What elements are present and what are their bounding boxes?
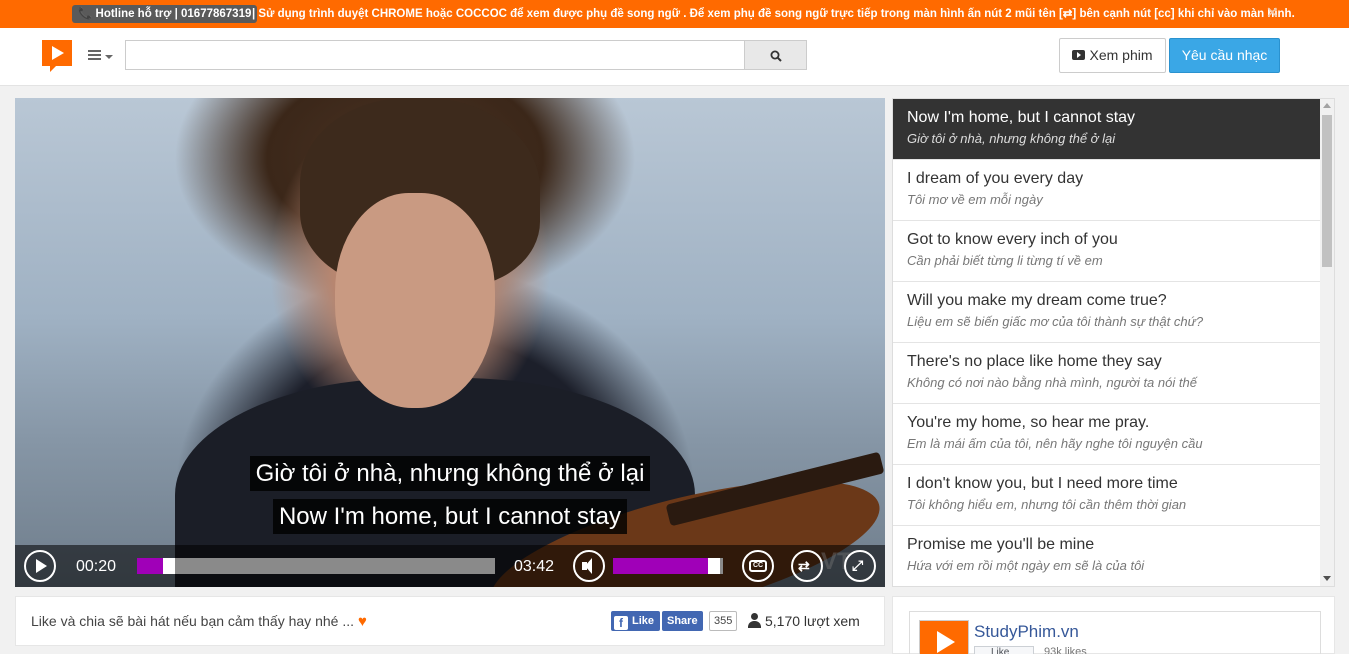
view-count: 5,170 lượt xem	[747, 613, 860, 629]
lyric-line[interactable]: I dream of you every day Tôi mơ về em mỗ…	[893, 160, 1320, 221]
lyrics-panel: Now I'm home, but I cannot stay Giờ tôi …	[892, 98, 1335, 587]
caret-down-icon	[105, 55, 113, 59]
close-icon[interactable]: ✕	[1266, 0, 1279, 28]
subtitle-vi-text: Giờ tôi ở nhà, nhưng không thể ở lại	[249, 456, 651, 491]
lyric-line[interactable]: Got to know every inch of you Cần phải b…	[893, 221, 1320, 282]
volume-fill	[613, 558, 714, 574]
share-bar: Like và chia sẽ bài hát nếu bạn cảm thấy…	[15, 596, 885, 646]
share-prompt-text: Like và chia sẽ bài hát nếu bạn cảm thấy…	[31, 613, 354, 629]
progress-bar[interactable]	[137, 558, 495, 574]
lyric-line[interactable]: Promise me you'll be mine Hứa với em rồi…	[893, 526, 1320, 586]
video-figure-face	[335, 193, 495, 408]
lyric-english: You're my home, so hear me pray.	[907, 414, 1150, 431]
facebook-page-widget: StudyPhim.vn Like 93k likes	[892, 596, 1335, 654]
share-prompt: Like và chia sẽ bài hát nếu bạn cảm thấy…	[31, 613, 367, 630]
hamburger-icon	[88, 50, 101, 52]
video-icon	[1072, 50, 1086, 60]
scroll-thumb[interactable]	[1322, 115, 1332, 267]
view-count-text: 5,170 lượt xem	[765, 613, 860, 629]
lyric-vietnamese: Cần phải biết từng li từng tí về em	[907, 253, 1103, 268]
facebook-page-card: StudyPhim.vn Like 93k likes	[909, 611, 1321, 654]
lyric-english: Now I'm home, but I cannot stay	[907, 109, 1136, 126]
lyric-vietnamese: Hứa với em rồi một ngày em sẽ là của tôi	[907, 558, 1145, 573]
share-count: 355	[709, 611, 738, 631]
hotline-badge: 📞 Hotline hỗ trợ | 01677867319	[72, 5, 258, 23]
page-logo[interactable]	[919, 620, 969, 654]
heart-icon: ♥	[357, 613, 367, 630]
subtitle-en-text: Now I'm home, but I cannot stay	[272, 499, 628, 534]
lyric-vietnamese: Tôi không hiểu em, nhưng tôi cần thêm th…	[907, 497, 1187, 512]
scroll-down-icon[interactable]	[1323, 576, 1331, 581]
subtitle-english: Now I'm home, but I cannot stay	[15, 499, 885, 534]
facebook-like-button[interactable]: f Like	[611, 611, 661, 631]
lyric-english: I don't know you, but I need more time	[907, 475, 1178, 492]
cc-icon: CC	[749, 560, 767, 572]
lyric-vietnamese: Tôi mơ về em mỗi ngày	[907, 192, 1043, 207]
notice-message: | Sử dụng trình duyệt CHROME hoặc COCCOC…	[252, 8, 1295, 20]
lyric-vietnamese: Em là mái ấm của tôi, nên hãy nghe tôi n…	[907, 436, 1203, 451]
lyric-english: Will you make my dream come true?	[907, 292, 1167, 309]
fullscreen-button[interactable]: ⤢	[844, 550, 876, 582]
header: Xem phim Yêu cầu nhạc	[0, 28, 1349, 86]
menu-button[interactable]	[88, 47, 114, 65]
watch-movie-button[interactable]: Xem phim	[1059, 38, 1166, 73]
lyric-english: I dream of you every day	[907, 170, 1084, 187]
subtitle-vietnamese: Giờ tôi ở nhà, nhưng không thể ở lại	[15, 456, 885, 491]
page-name[interactable]: StudyPhim.vn	[974, 622, 1079, 642]
play-button[interactable]	[24, 550, 56, 582]
expand-icon: ⤢	[852, 557, 864, 573]
lyric-english: Got to know every inch of you	[907, 231, 1118, 248]
player-controls: 00:20 03:42 CC ⇄ ⤢	[15, 545, 885, 587]
swap-arrows-icon: ⇄	[798, 558, 810, 574]
logo[interactable]	[42, 40, 72, 72]
video-player[interactable]: Giờ tôi ở nhà, nhưng không thể ở lại Now…	[15, 98, 885, 587]
current-time: 00:20	[76, 558, 117, 575]
lyric-english: There's no place like home they say	[907, 353, 1162, 370]
lyric-english: Promise me you'll be mine	[907, 536, 1095, 553]
lyric-line[interactable]: You're my home, so hear me pray. Em là m…	[893, 404, 1320, 465]
facebook-like-label: Like	[632, 615, 655, 627]
lyric-vietnamese: Giờ tôi ở nhà, nhưng không thể ở lại	[907, 131, 1116, 146]
volume-handle[interactable]	[708, 558, 720, 574]
volume-slider[interactable]	[613, 558, 723, 574]
bilingual-toggle-button[interactable]: ⇄	[791, 550, 823, 582]
facebook-share-button[interactable]: Share	[662, 611, 703, 631]
lyrics-scrollbar[interactable]	[1320, 99, 1334, 586]
lyric-line[interactable]: I don't know you, but I need more time T…	[893, 465, 1320, 526]
total-time: 03:42	[514, 558, 555, 575]
search-input[interactable]	[125, 40, 745, 70]
lyric-line[interactable]: Will you make my dream come true? Liệu e…	[893, 282, 1320, 343]
page-like-button[interactable]: Like	[974, 646, 1034, 654]
progress-handle[interactable]	[163, 558, 175, 574]
page-like-count: 93k likes	[1044, 646, 1087, 654]
lyric-line[interactable]: Now I'm home, but I cannot stay Giờ tôi …	[893, 99, 1320, 160]
user-icon	[747, 613, 761, 628]
lyric-vietnamese: Không có nơi nào bằng nhà mình, người ta…	[907, 375, 1197, 390]
scroll-up-icon[interactable]	[1323, 103, 1331, 108]
search-button[interactable]	[744, 40, 807, 70]
search-icon	[770, 50, 782, 62]
lyric-line[interactable]: There's no place like home they say Khôn…	[893, 343, 1320, 404]
lyric-vietnamese: Liệu em sẽ biến giấc mơ của tôi thành sự…	[907, 314, 1204, 329]
facebook-icon: f	[614, 616, 628, 630]
cc-button[interactable]: CC	[742, 550, 774, 582]
volume-icon[interactable]	[573, 550, 605, 582]
watch-movie-label: Xem phim	[1089, 47, 1153, 63]
request-song-button[interactable]: Yêu cầu nhạc	[1169, 38, 1280, 73]
notice-bar: 📞 Hotline hỗ trợ | 01677867319 | Sử dụng…	[0, 0, 1349, 28]
